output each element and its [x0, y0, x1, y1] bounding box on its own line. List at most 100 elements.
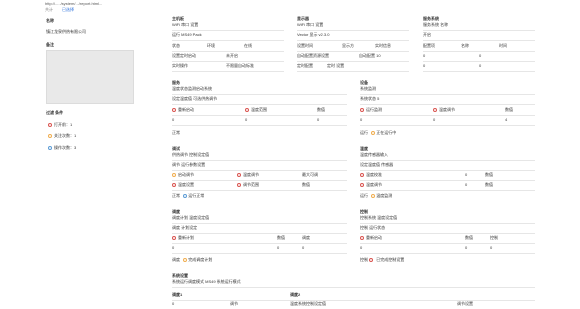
radio-icon [237, 182, 241, 187]
opt[interactable]: 重新启动 [172, 107, 194, 112]
col-row: 00 [423, 63, 535, 72]
bottom-h1: 调度1 [172, 292, 183, 297]
remark-textarea[interactable] [46, 50, 134, 104]
panel-line: 调度 计划设定 [172, 225, 347, 234]
col-name: WiFi 串口 设置 [172, 22, 284, 31]
panel-line: 设定温度值 传感器 [360, 162, 535, 171]
radio-icon [237, 172, 241, 177]
blue-dot-icon [48, 145, 52, 150]
col-name: WiFi 串口 设置 [297, 22, 409, 31]
radio-icon [245, 107, 249, 112]
opt-value: 数值 [485, 182, 493, 187]
panel-opts: 重新启动 数值 控制 [360, 235, 535, 244]
opt-value: 数值 [317, 107, 325, 112]
panel-status: 控制 已完成控制设置 [360, 257, 405, 262]
name-value: 镇江龙泉供热有限公司 [46, 29, 86, 34]
panel-title: 温度 [360, 146, 368, 151]
panel-opts: 重新计划 数值 调度 [172, 235, 347, 244]
col-title: 服务系统 [423, 16, 439, 21]
panel-vals: 000 [172, 117, 347, 126]
panel-line: 温度传感器输入 [360, 152, 535, 161]
status-dot-icon [371, 193, 376, 198]
panel-line: 供热调节 控制设定值 [172, 152, 347, 161]
panel-vals: 000 [360, 245, 535, 254]
radio-icon [172, 172, 176, 177]
col-sub: 运行 MS49 Pack [172, 32, 284, 41]
panel-vals: 000 [172, 245, 347, 254]
opt[interactable]: 温度设置 [172, 182, 194, 187]
left-item-3[interactable]: 操作次数：3 [48, 145, 76, 150]
opt[interactable]: 调节范围 [237, 182, 259, 187]
orange-dot-icon [48, 133, 52, 138]
panel-line: 系统运行调度模式 MS49 系统运行模式 [172, 279, 535, 288]
bottom-h2: 调度2 [290, 292, 301, 297]
panel-status: 运行 正在运行中 [360, 130, 397, 135]
panel-line: 系统状态 5 [360, 96, 535, 105]
opt-value: 数值 [277, 235, 285, 240]
top-badge: 共计 [45, 7, 53, 12]
opt[interactable]: 重新计划 [172, 235, 194, 240]
panel-line: 调度计划 温度设定值 [172, 215, 347, 224]
panel-opts: 温度设置 调节范围 数值 [172, 182, 347, 191]
left-item-2[interactable]: 关注次数：1 [48, 133, 76, 138]
col-row: 设置定时启动 未开启 [172, 53, 284, 62]
panel-status: 运行 温度监测 [360, 193, 393, 198]
selected-link[interactable]: 已选择 [62, 7, 74, 12]
opt[interactable]: 重新启动 [360, 235, 382, 240]
panel-title: 调试 [172, 146, 180, 151]
col-title: 显示器 [297, 16, 309, 21]
remark-label: 备注 [46, 42, 54, 47]
panel-title: 服务 [172, 80, 180, 85]
radio-icon [360, 107, 364, 112]
col-row: 状态 环境 在线 [172, 43, 284, 52]
red-dot-icon [48, 122, 52, 127]
panel-title: 调度 [172, 209, 180, 214]
left-item-1[interactable]: 打开前：1 [48, 122, 72, 127]
col-row: 实时操作 不限量自动标准 [172, 63, 284, 72]
status-dot-icon [183, 257, 188, 262]
radio-icon [172, 235, 176, 240]
col-row: 配置项 名称 时间 [423, 43, 535, 52]
items-label: 过滤 条件 [46, 110, 64, 115]
col-sub: 开启 [423, 32, 535, 41]
radio-icon [433, 107, 437, 112]
panel-opts: 重新启动 温度范围 数值 [172, 107, 347, 116]
col-row: 自动配置资源设置 自动配置 10 [297, 53, 409, 62]
opt[interactable]: 温度调节 [360, 182, 382, 187]
panel-opts: 运行监测 温度调节 数值 [360, 107, 535, 116]
panel-title: 设备 [360, 80, 368, 85]
col-row: 设置时间 显示方 实时信息 [297, 43, 409, 52]
opt-value: 调度 [302, 235, 310, 240]
col-row: 定时配置 定时 设置 [297, 63, 409, 72]
status-dot-icon [369, 257, 374, 262]
opt-value: 数值 [465, 235, 473, 240]
opt[interactable]: 温度调节 [433, 107, 455, 112]
opt[interactable]: 启动调节 [172, 172, 194, 177]
panel-line: 温度状态监测启动系统 [172, 86, 347, 95]
opt[interactable]: 温度调节 [237, 172, 259, 177]
opt-value: 控制 [490, 235, 498, 240]
col-sub: Vector 显示 v2.3.0 [297, 32, 409, 41]
col-row: 00 [423, 53, 535, 62]
col-name: 服务系统 名称 [423, 22, 535, 31]
radio-icon [360, 235, 364, 240]
panel-line: 系统监测 [360, 86, 535, 95]
panel-vals: 004 [360, 117, 535, 126]
panel-title: 控制 [360, 209, 368, 214]
radio-icon [172, 107, 176, 112]
panel-line: 设定温度值 可选供热调节 [172, 96, 347, 105]
opt-value: 数值 [485, 172, 493, 177]
radio-icon [360, 172, 364, 177]
panel-line: 调节 运行参数设置 [172, 162, 347, 171]
name-label: 名称 [46, 18, 54, 23]
panel-opts: 温度调节 0 数值 [360, 182, 535, 191]
top-path: http://...../system/.../report.html... [45, 1, 103, 6]
opt-value: 数值 [505, 107, 513, 112]
opt[interactable]: 温度校准 [360, 172, 382, 177]
panel-status: 调度 完成调度计划 [172, 257, 213, 262]
radio-icon [360, 182, 364, 187]
panel-status: 正常 [172, 130, 180, 135]
col-title: 主机板 [172, 16, 184, 21]
opt[interactable]: 温度范围 [245, 107, 267, 112]
opt[interactable]: 运行监测 [360, 107, 382, 112]
